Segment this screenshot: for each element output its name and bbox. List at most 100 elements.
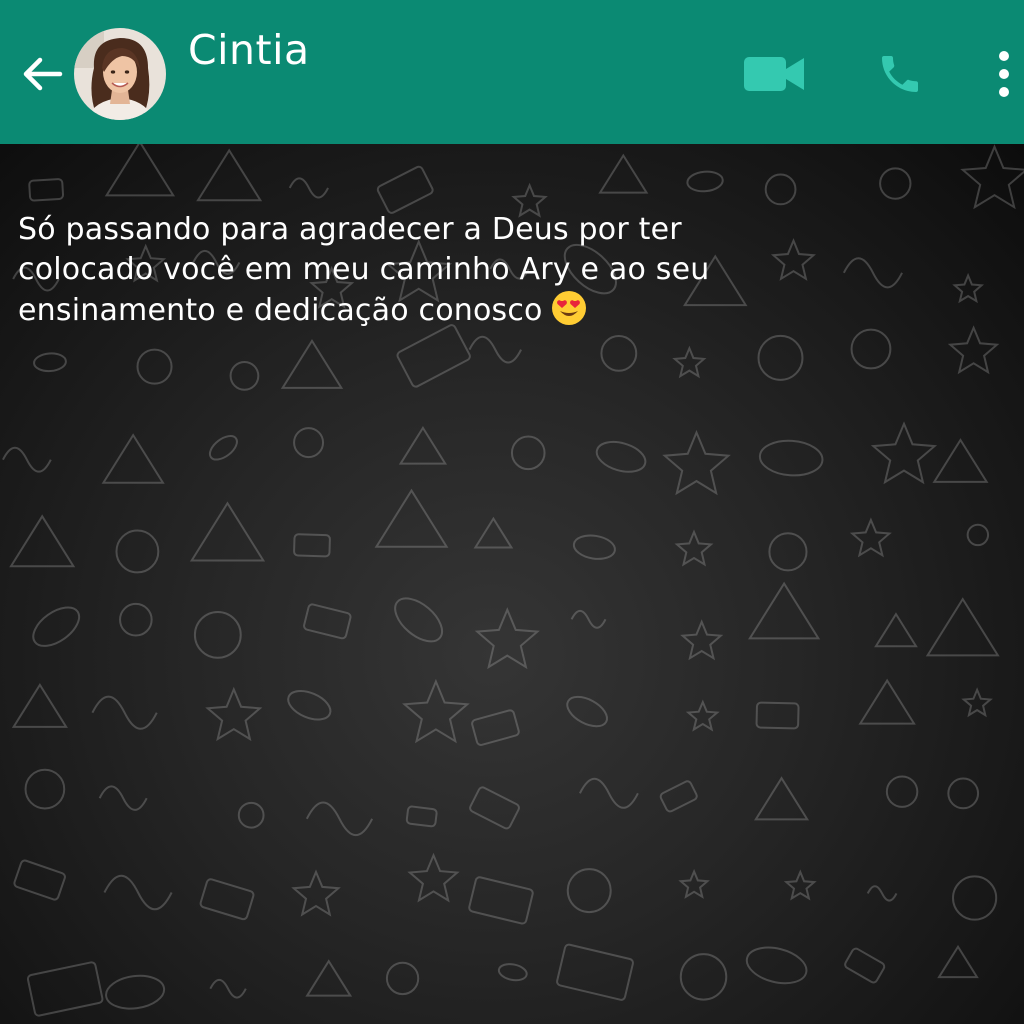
doodle-shape <box>757 334 804 381</box>
doodle-shape <box>293 533 331 558</box>
doodle-shape <box>961 687 993 718</box>
video-call-button[interactable] <box>736 46 812 102</box>
doodle-shape <box>680 619 724 661</box>
avatar-photo <box>74 28 166 120</box>
doodle-shape <box>471 709 520 746</box>
doodle-shape <box>966 523 990 547</box>
doodle-shape <box>764 173 797 206</box>
doodle-shape <box>842 257 903 289</box>
back-button[interactable] <box>14 46 70 102</box>
doodle-shape <box>407 852 460 903</box>
doodle-shape <box>579 777 639 809</box>
doodle-shape <box>104 144 176 197</box>
doodle-shape <box>748 581 821 640</box>
doodle-shape <box>91 695 158 730</box>
doodle-shape <box>26 961 104 1017</box>
doodle-shape <box>402 678 470 744</box>
doodle-shape <box>510 435 546 471</box>
doodle-shape <box>849 517 892 558</box>
doodle-shape <box>396 324 471 388</box>
phone-icon <box>882 56 918 92</box>
doodle-shape <box>33 352 67 373</box>
doodle-shape <box>405 805 438 828</box>
doodle-shape <box>758 439 824 477</box>
doodle-shape <box>937 944 979 979</box>
video-camera-icon <box>744 57 804 91</box>
doodle-shape <box>874 612 918 648</box>
doodle-shape <box>13 859 66 901</box>
doodle-shape <box>9 514 76 568</box>
doodle-shape <box>28 178 65 202</box>
doodle-shape <box>947 325 1000 375</box>
doodle-shape <box>952 875 998 921</box>
doodle-shape <box>293 427 325 459</box>
doodle-shape <box>768 532 808 572</box>
doodle-shape <box>237 801 265 829</box>
doodle-shape <box>398 426 448 465</box>
chat-header: Cintia <box>0 0 1024 144</box>
doodle-shape <box>189 501 266 562</box>
doodle-shape <box>303 603 352 640</box>
doodle-shape <box>866 885 898 902</box>
doodle-shape <box>385 961 420 996</box>
doodle-shape <box>2 446 52 473</box>
doodle-shape <box>98 785 148 811</box>
doodle-shape <box>844 947 886 984</box>
doodle-shape <box>280 338 344 389</box>
doodle-shape <box>858 678 916 725</box>
contact-avatar[interactable] <box>74 28 166 120</box>
doodle-shape <box>288 177 329 199</box>
doodle-shape <box>473 516 514 549</box>
doodle-shape <box>925 597 1000 657</box>
doodle-shape <box>287 689 332 721</box>
doodle-shape <box>659 780 698 813</box>
doodle-shape <box>196 148 263 202</box>
doodle-shape <box>103 874 173 911</box>
doodle-shape <box>885 775 919 808</box>
doodle-shape <box>595 440 647 473</box>
doodle-shape <box>952 272 985 304</box>
doodle-shape <box>932 438 989 483</box>
doodle-shape <box>679 953 728 1001</box>
doodle-shape <box>600 334 638 372</box>
contact-name[interactable]: Cintia <box>188 26 310 74</box>
doodle-shape <box>572 534 616 560</box>
doodle-shape <box>566 695 608 728</box>
doodle-shape <box>208 435 238 461</box>
doodle-shape <box>566 868 612 914</box>
chat-area: Só passando para agradecer a Deus por te… <box>0 144 1024 1024</box>
doodle-shape <box>678 868 710 899</box>
doodle-shape <box>662 429 731 496</box>
doodle-shape <box>469 786 520 830</box>
doodle-shape <box>305 801 374 837</box>
voice-call-button[interactable] <box>868 44 932 104</box>
doodle-shape <box>745 946 808 985</box>
more-options-button[interactable] <box>984 40 1024 108</box>
doodle-shape <box>497 963 528 982</box>
doodle-shape <box>755 701 800 730</box>
chat-screen: Cintia Só passando para agradecer a Deus… <box>0 0 1024 1024</box>
doodle-shape <box>870 421 938 485</box>
doodle-shape <box>468 335 522 364</box>
doodle-shape <box>119 602 153 637</box>
doodle-shape <box>199 878 255 921</box>
heart-eyes-emoji-icon <box>551 291 586 325</box>
doodle-shape <box>474 607 540 670</box>
doodle-shape <box>672 345 707 379</box>
doodle-shape <box>11 682 68 728</box>
doodle-shape <box>556 943 634 1001</box>
doodle-shape <box>570 609 607 629</box>
doodle-shape <box>115 529 160 574</box>
message-body: Só passando para agradecer a Deus por te… <box>18 212 710 328</box>
doodle-shape <box>101 433 165 484</box>
doodle-shape <box>105 974 166 1010</box>
doodle-shape <box>960 144 1024 210</box>
doodle-shape <box>376 165 434 214</box>
doodle-shape <box>394 597 443 643</box>
doodle-shape <box>136 348 173 385</box>
doodle-shape <box>879 167 912 200</box>
doodle-shape <box>674 529 714 567</box>
doodle-shape <box>24 768 66 810</box>
doodle-shape <box>685 699 720 732</box>
doodle-shape <box>291 869 341 917</box>
